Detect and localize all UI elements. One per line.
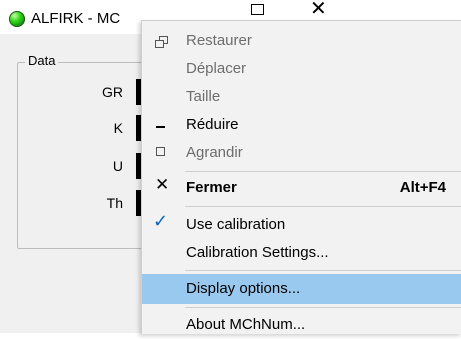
minimize-icon [151,114,169,134]
menu-item-label: Calibration Settings... [186,244,329,261]
menu-item-label: Fermer [186,179,237,196]
menu-item-label: Display options... [186,280,301,297]
close-icon: ✕ [155,175,170,195]
menu-item-fermer[interactable]: ✕ Fermer Alt+F4 [142,174,461,202]
menu-separator [185,206,461,207]
shortcut-label: Alt+F4 [399,179,446,196]
menu-item-label: Déplacer [186,60,247,77]
menu-item-label: Agrandir [186,144,243,161]
menu-item-agrandir[interactable]: Agrandir [142,139,461,167]
menu-item-calibration-settings[interactable]: Calibration Settings... [142,239,461,267]
u-label: U [112,158,123,174]
menu-item-reduire[interactable]: Réduire [142,111,461,139]
menu-separator [185,307,461,308]
k-label: K [113,120,123,136]
menu-item-display-options[interactable]: Display options... [142,274,461,304]
menu-item-deplacer[interactable]: Déplacer [142,55,461,83]
menu-separator [185,171,461,172]
data-group-legend: Data [25,53,59,68]
menu-separator [185,270,461,271]
menu-item-label: Restaurer [186,32,252,49]
close-button[interactable]: ✕ [310,0,327,20]
restore-icon [151,30,169,50]
app-status-icon[interactable] [9,11,25,27]
menu-item-label: Taille [186,88,221,105]
maximize-icon [151,142,169,162]
menu-item-label: Use calibration [186,216,286,233]
menu-item-taille[interactable]: Taille [142,83,461,111]
th-label: Th [106,195,123,211]
menu-item-restaurer[interactable]: Restaurer [142,27,461,55]
checkmark-icon: ✓ [153,211,169,232]
menu-item-label: Réduire [186,116,239,133]
menu-item-use-calibration[interactable]: ✓ Use calibration [142,211,461,239]
window-title: ALFIRK - MC [31,10,121,27]
menu-item-label: About MChNum... [186,316,306,333]
maximize-button[interactable] [251,4,264,15]
menu-item-about[interactable]: About MChNum... [142,311,461,339]
system-menu: Restaurer Déplacer Taille Réduire Agrand… [141,20,461,334]
gr-label: GR [102,84,123,100]
